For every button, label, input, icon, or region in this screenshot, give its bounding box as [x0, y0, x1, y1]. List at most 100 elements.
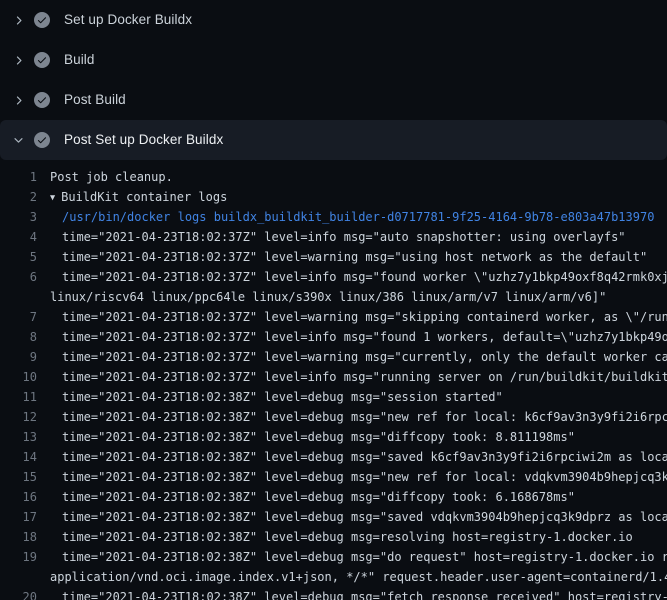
step-title: Post Set up Docker Buildx [64, 133, 223, 147]
log-text-content: time="2021-04-23T18:02:38Z" level=debug … [62, 470, 667, 484]
log-text-content: time="2021-04-23T18:02:37Z" level=warnin… [62, 250, 647, 264]
log-text-content: time="2021-04-23T18:02:37Z" level=info m… [62, 230, 626, 244]
log-text-content: time="2021-04-23T18:02:38Z" level=debug … [62, 450, 667, 464]
chevron-right-icon[interactable] [10, 12, 26, 28]
log-row[interactable]: 11 time="2021-04-23T18:02:38Z" level=deb… [0, 387, 667, 407]
log-text: time="2021-04-23T18:02:37Z" level=warnin… [37, 247, 647, 267]
check-circle-icon [34, 92, 50, 108]
log-text-content: application/vnd.oci.image.index.v1+json,… [50, 570, 667, 584]
log-row[interactable]: 1 Post job cleanup. [0, 167, 667, 187]
log-text-content: BuildKit container logs [61, 190, 227, 204]
log-text-content: linux/riscv64 linux/ppc64le linux/s390x … [50, 290, 606, 304]
log-text-content: time="2021-04-23T18:02:38Z" level=debug … [62, 530, 633, 544]
log-text: application/vnd.oci.image.index.v1+json,… [37, 567, 667, 587]
log-row[interactable]: 6 time="2021-04-23T18:02:37Z" level=info… [0, 267, 667, 287]
log-row[interactable]: 13 time="2021-04-23T18:02:38Z" level=deb… [0, 427, 667, 447]
log-row[interactable]: 9 time="2021-04-23T18:02:37Z" level=warn… [0, 347, 667, 367]
steps-list: Set up Docker Buildx Build [0, 0, 667, 600]
line-number[interactable]: 13 [0, 427, 37, 447]
log-row[interactable]: 4 time="2021-04-23T18:02:37Z" level=info… [0, 227, 667, 247]
step-title: Build [64, 53, 95, 67]
expand-triangle-icon[interactable]: ▼ [50, 188, 55, 208]
log-text-content: time="2021-04-23T18:02:38Z" level=debug … [62, 430, 575, 444]
log-text-content: time="2021-04-23T18:02:37Z" level=warnin… [62, 350, 667, 364]
log-row[interactable]: 3 /usr/bin/docker logs buildx_buildkit_b… [0, 207, 667, 227]
line-number[interactable]: 14 [0, 447, 37, 467]
log-row[interactable]: 7 time="2021-04-23T18:02:37Z" level=warn… [0, 307, 667, 327]
line-number[interactable]: 3 [0, 207, 37, 227]
line-number[interactable]: 11 [0, 387, 37, 407]
log-text-content: time="2021-04-23T18:02:37Z" level=info m… [62, 270, 667, 284]
log-text-content: time="2021-04-23T18:02:38Z" level=debug … [62, 590, 667, 600]
check-circle-icon [34, 52, 50, 68]
line-number[interactable]: 15 [0, 467, 37, 487]
step-header[interactable]: Set up Docker Buildx [0, 0, 667, 40]
log-row[interactable]: 14 time="2021-04-23T18:02:38Z" level=deb… [0, 447, 667, 467]
log-text: time="2021-04-23T18:02:38Z" level=debug … [37, 487, 575, 507]
log-row[interactable]: 18 time="2021-04-23T18:02:38Z" level=deb… [0, 527, 667, 547]
log-text: linux/riscv64 linux/ppc64le linux/s390x … [37, 287, 606, 307]
log-text-content: Post job cleanup. [50, 170, 173, 184]
chevron-down-icon[interactable] [10, 132, 26, 148]
line-number[interactable]: 19 [0, 547, 37, 567]
check-circle-icon [34, 132, 50, 148]
log-row[interactable]: 5 time="2021-04-23T18:02:37Z" level=warn… [0, 247, 667, 267]
log-text: time="2021-04-23T18:02:38Z" level=debug … [37, 547, 667, 567]
step-title: Set up Docker Buildx [64, 13, 192, 27]
log-text: time="2021-04-23T18:02:38Z" level=debug … [37, 507, 667, 527]
log-row[interactable]: application/vnd.oci.image.index.v1+json,… [0, 567, 667, 587]
line-number[interactable]: 8 [0, 327, 37, 347]
line-number[interactable]: 16 [0, 487, 37, 507]
log-text: time="2021-04-23T18:02:38Z" level=debug … [37, 587, 667, 600]
chevron-right-icon[interactable] [10, 92, 26, 108]
line-number[interactable]: 6 [0, 267, 37, 287]
log-row[interactable]: 20 time="2021-04-23T18:02:38Z" level=deb… [0, 587, 667, 600]
log-text: time="2021-04-23T18:02:37Z" level=info m… [37, 267, 667, 287]
line-number[interactable]: 9 [0, 347, 37, 367]
log-text: time="2021-04-23T18:02:38Z" level=debug … [37, 447, 667, 467]
log-row[interactable]: 15 time="2021-04-23T18:02:38Z" level=deb… [0, 467, 667, 487]
log-text: time="2021-04-23T18:02:38Z" level=debug … [37, 387, 503, 407]
line-number[interactable] [0, 567, 37, 587]
line-number[interactable]: 12 [0, 407, 37, 427]
log-text: ▼ BuildKit container logs [37, 187, 227, 207]
line-number[interactable]: 2 [0, 187, 37, 207]
line-number[interactable] [0, 287, 37, 307]
log-text: time="2021-04-23T18:02:37Z" level=info m… [37, 227, 626, 247]
log-text: time="2021-04-23T18:02:37Z" level=info m… [37, 367, 667, 387]
check-circle-icon [34, 12, 50, 28]
line-number[interactable]: 4 [0, 227, 37, 247]
line-number[interactable]: 5 [0, 247, 37, 267]
log-row[interactable]: 8 time="2021-04-23T18:02:37Z" level=info… [0, 327, 667, 347]
step-title: Post Build [64, 93, 126, 107]
log-row[interactable]: 12 time="2021-04-23T18:02:38Z" level=deb… [0, 407, 667, 427]
log-row[interactable]: 19 time="2021-04-23T18:02:38Z" level=deb… [0, 547, 667, 567]
log-text-content: time="2021-04-23T18:02:37Z" level=info m… [62, 330, 667, 344]
log-text-content: /usr/bin/docker logs buildx_buildkit_bui… [62, 210, 654, 224]
log-text-content: time="2021-04-23T18:02:38Z" level=debug … [62, 550, 667, 564]
log-row[interactable]: 2 ▼ BuildKit container logs [0, 187, 667, 207]
log-text: time="2021-04-23T18:02:37Z" level=warnin… [37, 347, 667, 367]
log-row[interactable]: 10 time="2021-04-23T18:02:37Z" level=inf… [0, 367, 667, 387]
log-text-content: time="2021-04-23T18:02:38Z" level=debug … [62, 390, 503, 404]
log-text-content: time="2021-04-23T18:02:37Z" level=warnin… [62, 310, 667, 324]
log-row[interactable]: 17 time="2021-04-23T18:02:38Z" level=deb… [0, 507, 667, 527]
log-text-content: time="2021-04-23T18:02:37Z" level=info m… [62, 370, 667, 384]
line-number[interactable]: 1 [0, 167, 37, 187]
log-text-content: time="2021-04-23T18:02:38Z" level=debug … [62, 510, 667, 524]
line-number[interactable]: 7 [0, 307, 37, 327]
log-text: time="2021-04-23T18:02:37Z" level=info m… [37, 327, 667, 347]
line-number[interactable]: 18 [0, 527, 37, 547]
step-header[interactable]: Build [0, 40, 667, 80]
log-row[interactable]: 16 time="2021-04-23T18:02:38Z" level=deb… [0, 487, 667, 507]
log-text: time="2021-04-23T18:02:37Z" level=warnin… [37, 307, 667, 327]
line-number[interactable]: 17 [0, 507, 37, 527]
chevron-right-icon[interactable] [10, 52, 26, 68]
log-text: /usr/bin/docker logs buildx_buildkit_bui… [37, 207, 654, 227]
line-number[interactable]: 20 [0, 587, 37, 600]
workflow-log-viewer: Set up Docker Buildx Build [0, 0, 667, 600]
step-header[interactable]: Post Build [0, 80, 667, 120]
log-row[interactable]: linux/riscv64 linux/ppc64le linux/s390x … [0, 287, 667, 307]
line-number[interactable]: 10 [0, 367, 37, 387]
step-header[interactable]: Post Set up Docker Buildx [0, 120, 667, 160]
